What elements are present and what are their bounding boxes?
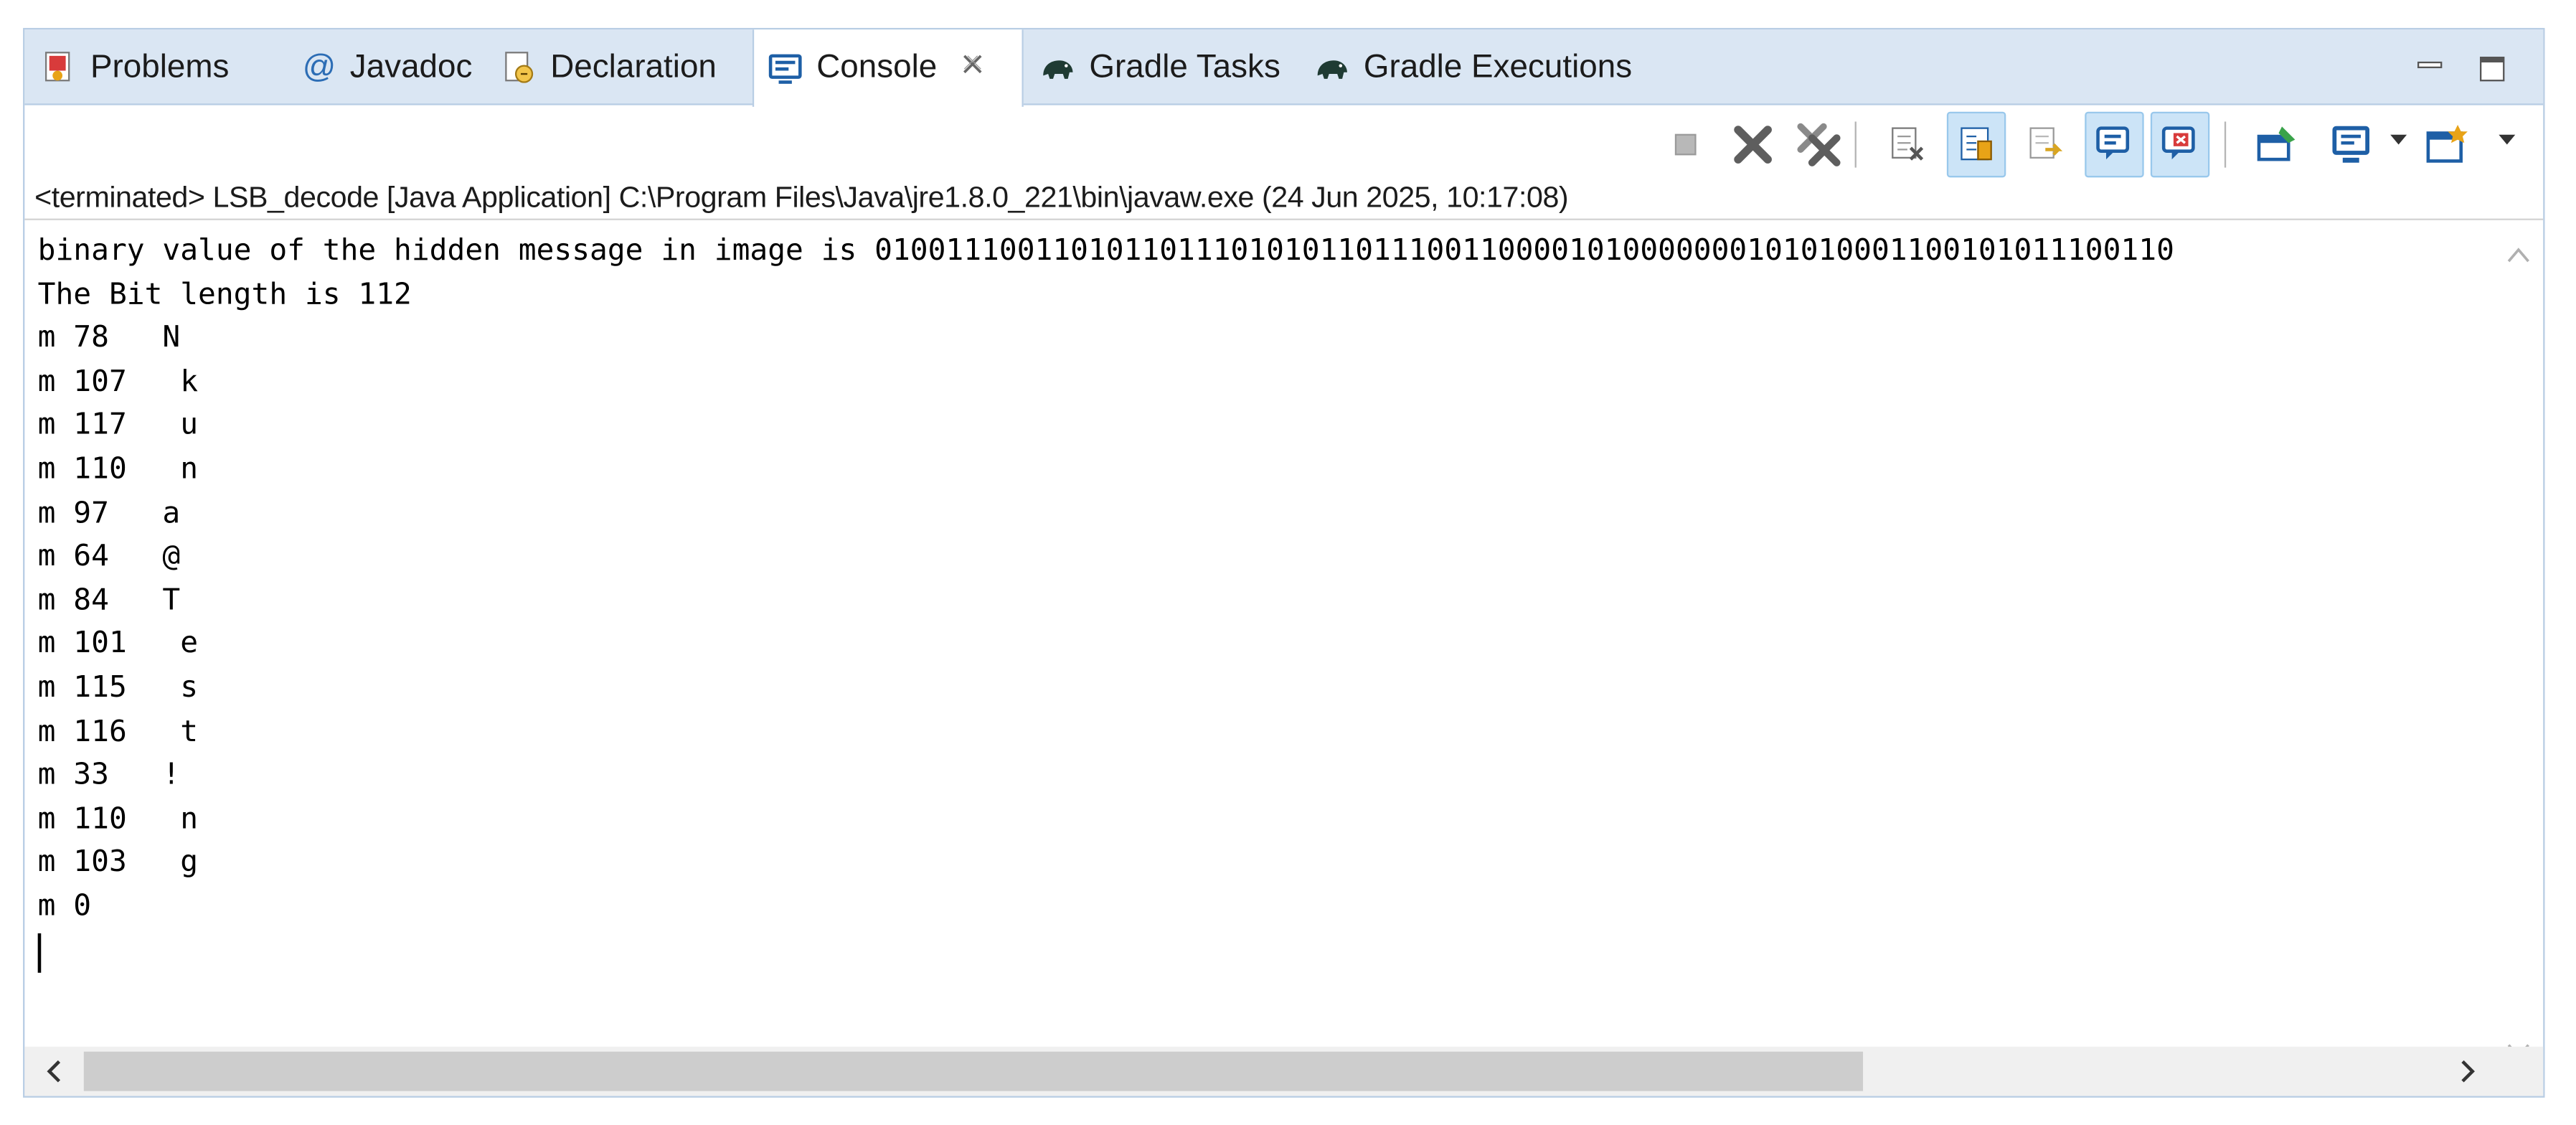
console-toolbar — [24, 111, 2543, 178]
display-console-dropdown-icon[interactable] — [2390, 134, 2407, 145]
tab-label: Gradle Tasks — [1089, 48, 1280, 85]
show-on-stderr-icon[interactable] — [2150, 111, 2210, 178]
console-line: m 115 s — [37, 670, 199, 705]
console-line: m 107 k — [37, 364, 199, 400]
display-console-icon[interactable] — [2321, 112, 2380, 178]
console-icon — [768, 50, 803, 86]
open-console-icon[interactable] — [2418, 112, 2477, 178]
console-line: m 33 ! — [37, 758, 181, 793]
console-line: m 0 — [37, 888, 92, 923]
process-status-line: <terminated> LSB_decode [Java Applicatio… — [34, 180, 1569, 214]
scroll-lock-icon[interactable] — [1946, 111, 2006, 178]
console-line: m 110 n — [37, 801, 199, 837]
tab-label: Console — [816, 49, 938, 86]
terminate-icon[interactable] — [1656, 112, 1715, 178]
horizontal-scroll-thumb[interactable] — [83, 1051, 1864, 1091]
gradle-elephant-icon — [1040, 50, 1076, 85]
tab-javadoc[interactable]: @ Javadoc — [288, 29, 486, 105]
remove-launch-icon[interactable] — [1723, 112, 1782, 178]
declaration-icon — [501, 50, 537, 85]
console-line: m 103 g — [37, 844, 199, 880]
maximize-icon[interactable] — [2473, 50, 2512, 89]
console-line: m 110 n — [37, 451, 199, 486]
console-line: m 78 N — [37, 321, 181, 356]
open-console-dropdown-icon[interactable] — [2499, 134, 2516, 145]
horizontal-scrollbar[interactable] — [24, 1046, 2544, 1096]
divider — [24, 218, 2544, 220]
tab-label: Javadoc — [349, 48, 473, 85]
console-line: m 117 u — [37, 408, 199, 443]
tab-console[interactable]: Console — [752, 29, 1024, 107]
text-caret — [37, 933, 42, 973]
tab-label: Gradle Executions — [1363, 48, 1633, 85]
tab-gradle-tasks[interactable]: Gradle Tasks — [1027, 29, 1293, 105]
scroll-right-icon[interactable] — [2448, 1052, 2487, 1091]
clear-console-icon[interactable] — [1878, 112, 1937, 178]
console-line: m 97 a — [37, 495, 181, 530]
console-line: m 101 e — [37, 626, 199, 662]
close-tab-icon[interactable] — [960, 51, 986, 85]
console-view: Problems @ Javadoc Declaration Console G… — [23, 27, 2545, 1098]
console-output[interactable]: binary value of the hidden message in im… — [38, 230, 2494, 1049]
vertical-scrollbar[interactable] — [2494, 222, 2543, 1059]
tab-label: Declaration — [550, 48, 717, 85]
pin-console-icon[interactable] — [2247, 112, 2306, 178]
console-line: m 84 T — [37, 583, 181, 618]
scroll-left-icon[interactable] — [34, 1052, 74, 1091]
tab-declaration[interactable]: Declaration — [488, 29, 730, 105]
tab-gradle-executions[interactable]: Gradle Executions — [1301, 29, 1646, 105]
word-wrap-icon[interactable] — [2016, 112, 2075, 178]
view-tab-bar: Problems @ Javadoc Declaration Console G… — [24, 29, 2544, 107]
toolbar-separator — [1854, 121, 1856, 168]
console-line: m 64 @ — [37, 539, 181, 574]
minimize-icon[interactable] — [2410, 50, 2450, 83]
javadoc-at-icon: @ — [302, 48, 336, 85]
problems-icon — [41, 50, 77, 85]
remove-all-terminated-icon[interactable] — [1789, 112, 1848, 178]
console-line: m 116 t — [37, 714, 199, 749]
gradle-elephant-icon — [1314, 50, 1350, 85]
show-on-stdout-icon[interactable] — [2085, 111, 2144, 178]
tab-problems[interactable]: Problems — [28, 29, 242, 105]
scroll-up-icon[interactable] — [2494, 235, 2543, 274]
tab-label: Problems — [90, 48, 230, 85]
toolbar-separator — [2224, 121, 2227, 168]
console-line: The Bit length is 112 — [37, 277, 412, 312]
console-line: binary value of the hidden message in im… — [37, 233, 2174, 268]
